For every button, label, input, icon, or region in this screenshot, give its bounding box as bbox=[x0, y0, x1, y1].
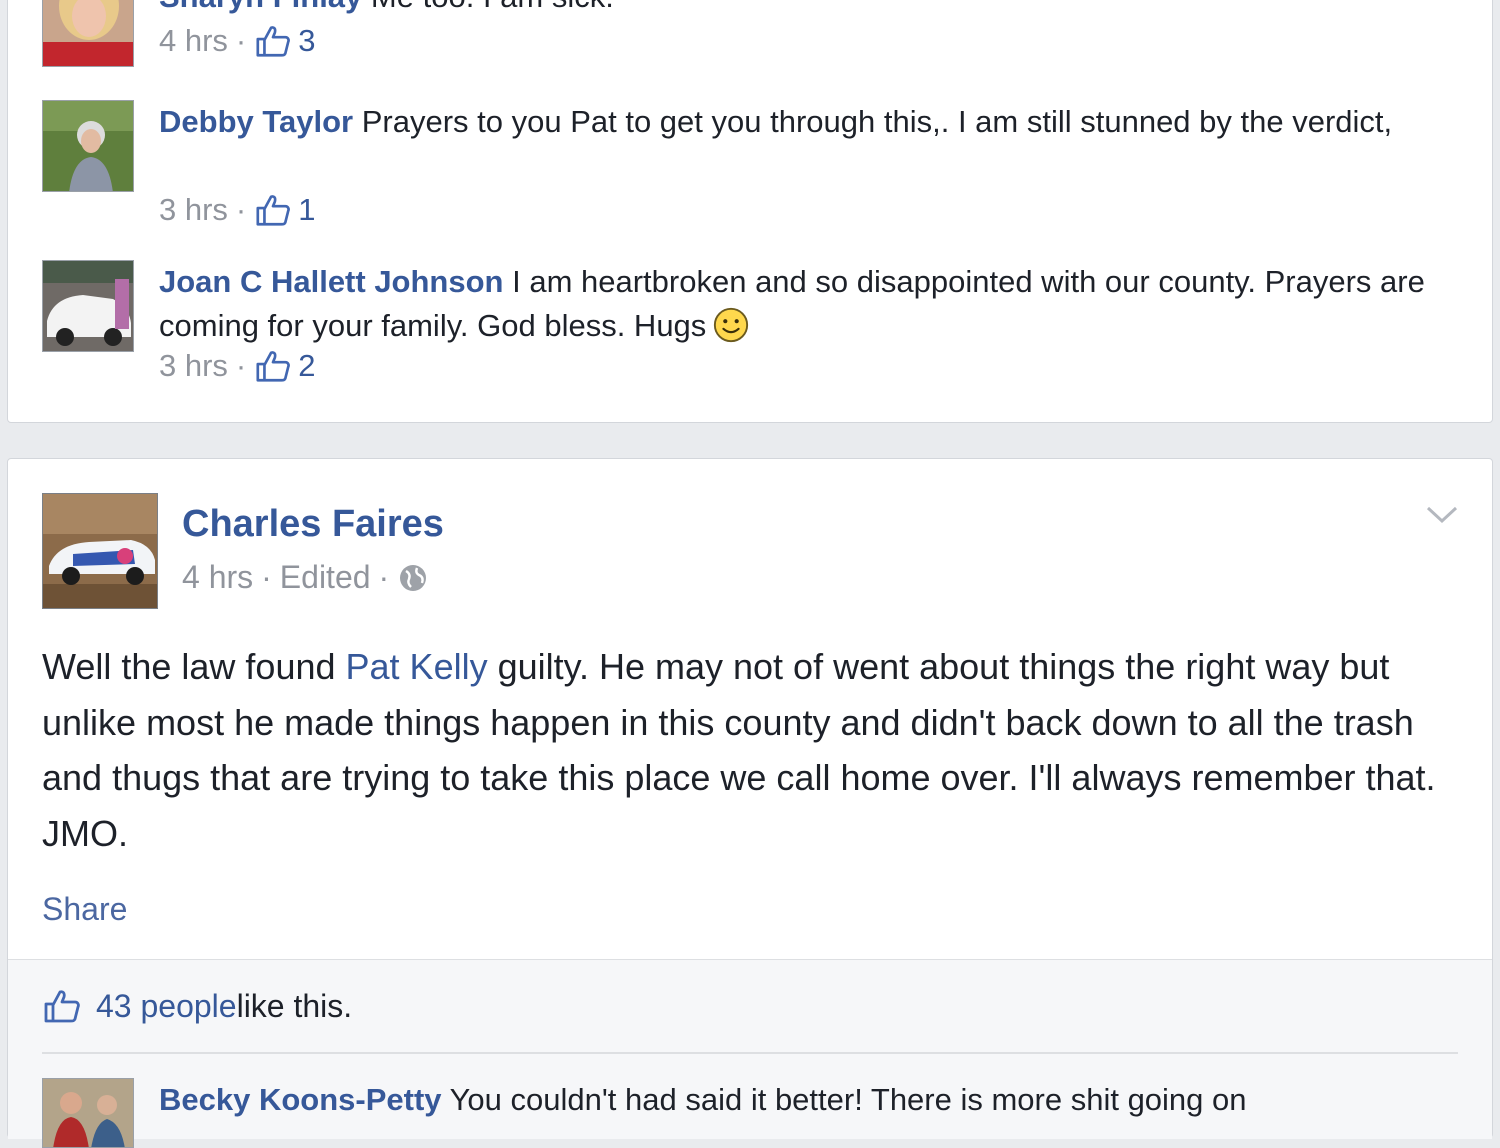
divider bbox=[42, 1052, 1458, 1054]
chevron-down-icon[interactable] bbox=[1424, 503, 1460, 527]
comment-meta: 4 hrs · 3 bbox=[159, 19, 316, 63]
comment-like-count[interactable]: 2 bbox=[298, 348, 315, 384]
comment-timestamp[interactable]: 3 hrs bbox=[159, 192, 228, 228]
post-author-name[interactable]: Charles Faires bbox=[182, 503, 444, 546]
post-timestamp[interactable]: 4 hrs bbox=[182, 559, 253, 596]
post-meta: 4 hrs · Edited · bbox=[182, 559, 429, 596]
comment-author-link[interactable]: Sharyn Finlay bbox=[159, 0, 362, 14]
likes-summary: 43 people like this. bbox=[42, 986, 352, 1026]
separator-dot: · bbox=[235, 192, 247, 227]
thumbs-up-icon bbox=[44, 990, 80, 1023]
avatar[interactable] bbox=[42, 260, 134, 352]
comments-card: Sharyn Finlay Me too. I am sick. 4 hrs ·… bbox=[7, 0, 1493, 423]
post-reactions-area: 43 people like this. Becky Koons-Petty Y… bbox=[8, 960, 1492, 1148]
post-text-before-mention: Well the law found bbox=[42, 646, 346, 687]
mention-link[interactable]: Pat Kelly bbox=[346, 646, 488, 687]
comment-text: Joan C Hallett Johnson I am heartbroken … bbox=[159, 260, 1462, 348]
comment-text: Becky Koons-Petty You couldn't had said … bbox=[159, 1078, 1462, 1122]
share-link[interactable]: Share bbox=[42, 891, 127, 928]
separator-dot: · bbox=[261, 559, 272, 595]
comment-timestamp[interactable]: 4 hrs bbox=[159, 23, 228, 59]
comment-body: Prayers to you Pat to get you through th… bbox=[361, 104, 1393, 139]
post-body: Well the law found Pat Kelly guilty. He … bbox=[42, 639, 1462, 861]
likes-count-link[interactable]: 43 people bbox=[96, 988, 237, 1025]
comment-text: Debby Taylor Prayers to you Pat to get y… bbox=[159, 100, 1462, 144]
avatar[interactable] bbox=[42, 100, 134, 192]
comment-timestamp[interactable]: 3 hrs bbox=[159, 348, 228, 384]
post-author-avatar[interactable] bbox=[42, 493, 158, 609]
avatar[interactable] bbox=[42, 0, 134, 67]
post-card: Charles Faires 4 hrs · Edited · Well the… bbox=[7, 458, 1493, 1148]
comment-meta: 3 hrs · 2 bbox=[159, 344, 316, 388]
smiley-icon bbox=[714, 307, 749, 343]
likes-text: like this. bbox=[236, 987, 353, 1024]
globe-icon[interactable] bbox=[397, 562, 429, 594]
comment-author-link[interactable]: Becky Koons-Petty bbox=[159, 1082, 442, 1117]
comment-like-count[interactable]: 3 bbox=[298, 23, 315, 59]
avatar[interactable] bbox=[42, 1078, 134, 1148]
comment-meta: 3 hrs · 1 bbox=[159, 188, 316, 232]
post-edited-label[interactable]: Edited bbox=[280, 559, 371, 596]
comment-body: You couldn't had said it better! There i… bbox=[449, 1082, 1247, 1117]
thumbs-up-icon[interactable] bbox=[254, 191, 292, 229]
comment-author-link[interactable]: Debby Taylor bbox=[159, 104, 353, 139]
separator-dot: · bbox=[235, 23, 247, 58]
comment-text: Sharyn Finlay Me too. I am sick. bbox=[159, 0, 1462, 19]
comment-body: Me too. I am sick. bbox=[371, 0, 614, 14]
thumbs-up-icon[interactable] bbox=[254, 22, 292, 60]
separator-dot: · bbox=[378, 559, 390, 595]
comment-author-link[interactable]: Joan C Hallett Johnson bbox=[159, 264, 503, 299]
separator-dot: · bbox=[235, 348, 247, 383]
comment-like-count[interactable]: 1 bbox=[298, 192, 315, 228]
thumbs-up-icon[interactable] bbox=[254, 347, 292, 385]
